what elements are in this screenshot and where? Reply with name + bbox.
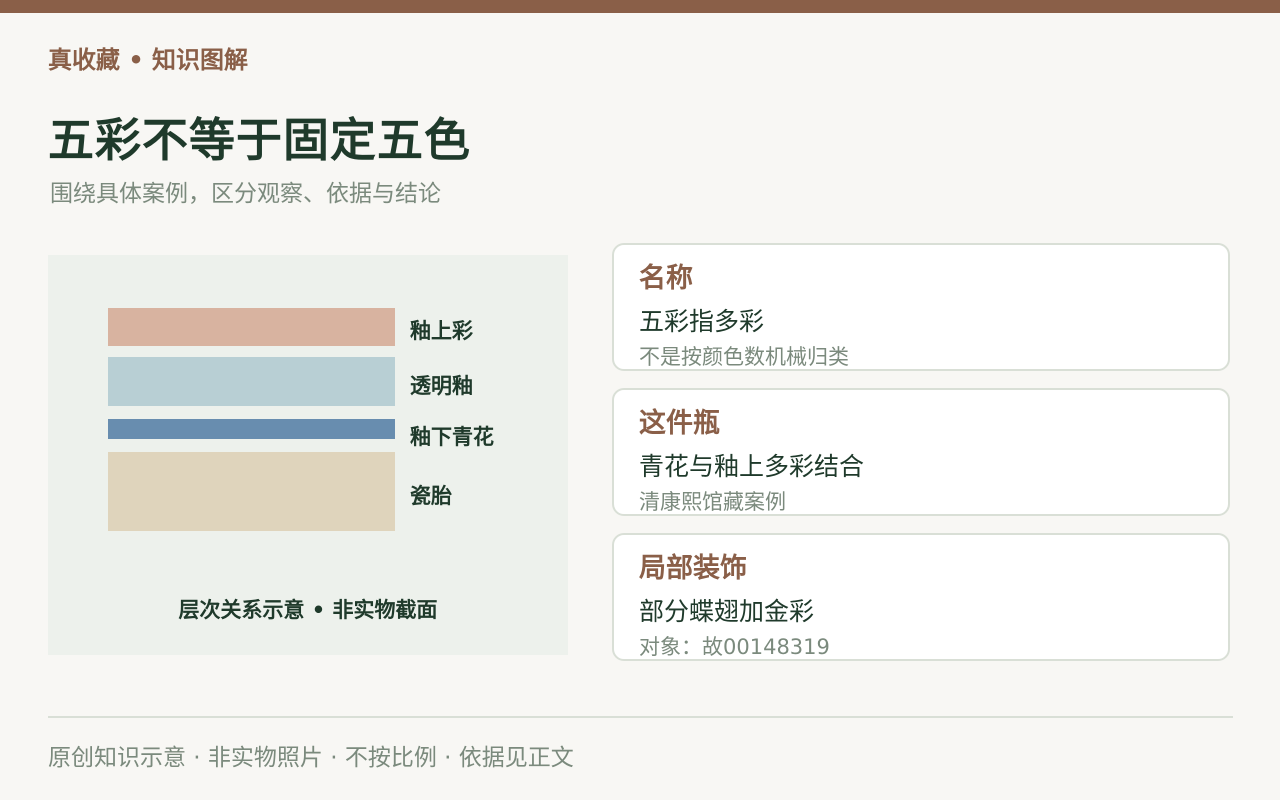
info-card-this-vase: 这件瓶 青花与釉上多彩结合 清康熙馆藏案例 xyxy=(612,388,1230,516)
layer-label-porcelain-body: 瓷胎 xyxy=(410,484,452,508)
card-body: 青花与釉上多彩结合 xyxy=(639,452,865,481)
brand-label: 真收藏 • 知识图解 xyxy=(48,46,249,74)
card-title: 这件瓶 xyxy=(639,408,720,439)
footer-divider xyxy=(48,716,1233,718)
page-title: 五彩不等于固定五色 xyxy=(48,113,471,167)
footer-note: 原创知识示意 · 非实物照片 · 不按比例 · 依据见正文 xyxy=(48,745,574,771)
top-accent-bar xyxy=(0,0,1280,13)
layer-label-transparent-glaze: 透明釉 xyxy=(410,374,473,398)
card-note: 清康熙馆藏案例 xyxy=(639,490,786,514)
layer-label-overglaze: 釉上彩 xyxy=(410,319,473,343)
layer-transparent-glaze xyxy=(108,357,395,406)
card-note: 不是按颜色数机械归类 xyxy=(639,345,849,369)
info-card-partial-decoration: 局部装饰 部分蝶翅加金彩 对象：故00148319 xyxy=(612,533,1230,661)
info-card-name: 名称 五彩指多彩 不是按颜色数机械归类 xyxy=(612,243,1230,371)
layer-overglaze-enamel xyxy=(108,308,395,346)
card-body: 五彩指多彩 xyxy=(639,307,765,336)
card-title: 局部装饰 xyxy=(639,553,747,584)
card-body: 部分蝶翅加金彩 xyxy=(639,597,815,626)
layer-underglaze-blue xyxy=(108,419,395,439)
page-subtitle: 围绕具体案例，区分观察、依据与结论 xyxy=(50,181,441,207)
layer-porcelain-body xyxy=(108,452,395,531)
card-note: 对象：故00148319 xyxy=(639,635,830,659)
layer-label-underglaze-blue: 釉下青花 xyxy=(410,425,494,449)
layer-diagram-panel: 釉上彩 透明釉 釉下青花 瓷胎 层次关系示意 • 非实物截面 xyxy=(48,255,568,655)
card-title: 名称 xyxy=(639,263,693,294)
diagram-caption: 层次关系示意 • 非实物截面 xyxy=(178,598,438,622)
